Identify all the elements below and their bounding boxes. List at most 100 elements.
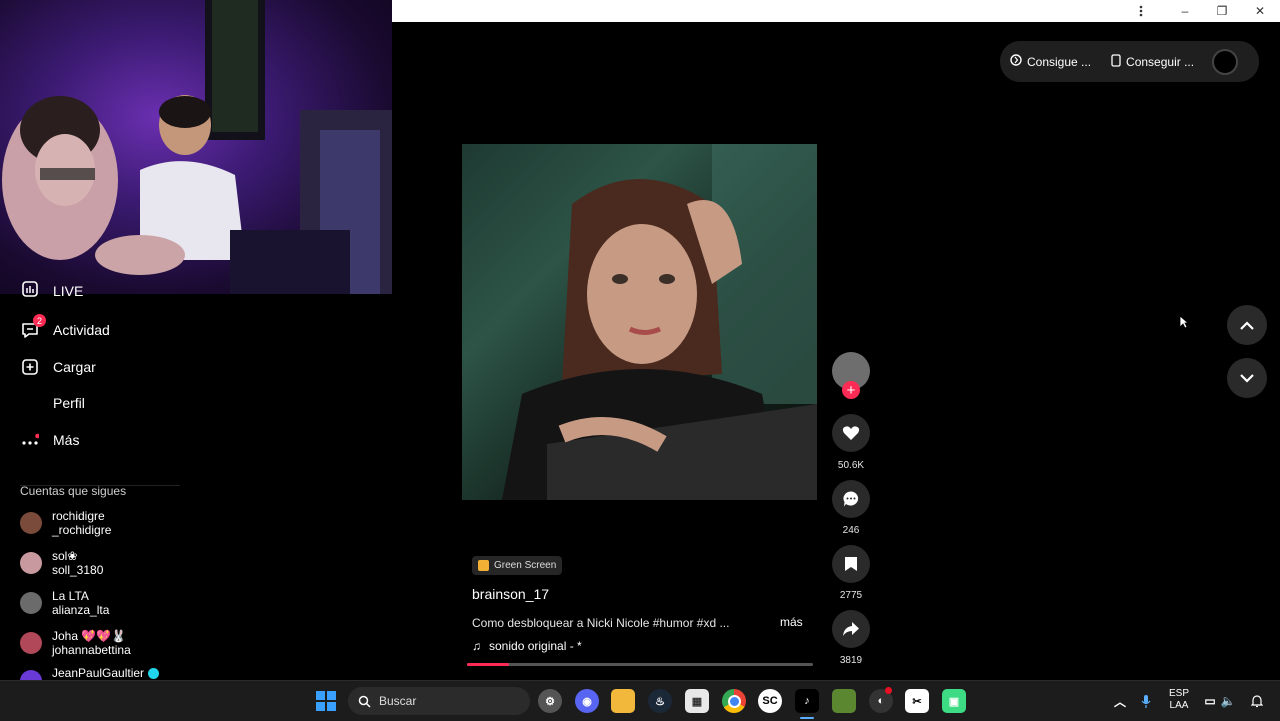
comment-icon xyxy=(843,491,859,507)
save-button[interactable] xyxy=(832,545,870,583)
heart-icon xyxy=(842,426,860,440)
chevron-down-icon xyxy=(1240,373,1254,383)
comment-button[interactable] xyxy=(832,480,870,518)
discord-app-icon[interactable]: ◉ xyxy=(575,689,599,713)
following-account[interactable]: JeanPaulGaultier xyxy=(20,666,200,680)
upload-icon xyxy=(20,357,40,377)
next-video-button[interactable] xyxy=(1227,358,1267,398)
language-code: ESP xyxy=(1168,688,1189,699)
sound-link[interactable]: ♫ sonido original - * xyxy=(472,639,582,653)
sidebar-item-activity[interactable]: 2 Actividad xyxy=(20,314,190,344)
account-name: sol❀ xyxy=(52,549,78,563)
sidebar-item-label: Actividad xyxy=(53,322,110,338)
recording-dot-icon xyxy=(885,687,892,694)
settings-app-icon[interactable]: ⚙ xyxy=(538,689,562,713)
notification-badge: 2 xyxy=(33,314,46,327)
steam-app-icon[interactable]: ♨ xyxy=(648,689,672,713)
capcut-app-icon[interactable]: ✂ xyxy=(905,689,929,713)
more-icon xyxy=(20,430,40,450)
effect-icon xyxy=(478,560,489,571)
effect-tag[interactable]: Green Screen xyxy=(472,556,563,575)
microphone-icon[interactable] xyxy=(1134,689,1158,713)
notification-bell-icon[interactable] xyxy=(1245,689,1269,713)
kebab-icon[interactable] xyxy=(1122,0,1160,22)
volume-icon[interactable]: 🔈 xyxy=(1216,689,1240,713)
get-coins-button[interactable]: Consigue ... xyxy=(1000,54,1101,69)
share-button[interactable] xyxy=(832,610,870,648)
chevron-up-tray-icon[interactable]: ︿ xyxy=(1108,689,1132,713)
video-progress-fill xyxy=(467,663,509,666)
avatar xyxy=(20,592,42,614)
account-name: rochidigre xyxy=(52,509,105,523)
music-note-icon: ♫ xyxy=(472,639,481,653)
windows-taskbar: Buscar ⚙ ◉ ♨ ▦ SC ♪ ◐ ✂ ▣ ︿ ESP LAA ▭ 🔈 xyxy=(0,680,1280,721)
file-explorer-app-icon[interactable] xyxy=(611,689,635,713)
search-icon xyxy=(358,695,371,708)
follow-plus-icon[interactable]: + xyxy=(842,381,860,399)
like-button[interactable] xyxy=(832,414,870,452)
verified-icon xyxy=(148,667,160,679)
effect-tag-label: Green Screen xyxy=(494,560,557,571)
video-author[interactable]: brainson_17 xyxy=(472,586,549,602)
minimize-button[interactable]: – xyxy=(1166,0,1204,22)
webcam-image xyxy=(2,0,392,294)
account-name: Joha 💖💖🐰 xyxy=(52,629,127,643)
android-app-icon[interactable]: ▣ xyxy=(942,689,966,713)
avatar xyxy=(20,632,42,654)
inbox-icon: 2 xyxy=(20,314,46,340)
get-app-button[interactable]: Conseguir ... xyxy=(1101,53,1204,70)
sidebar-item-label: Cargar xyxy=(53,359,96,375)
share-count: 3819 xyxy=(839,655,863,666)
chevron-up-icon xyxy=(1240,320,1254,330)
restore-button[interactable]: ❐ xyxy=(1203,0,1241,22)
header-actions: Consigue ... Conseguir ... xyxy=(1000,41,1259,82)
following-account[interactable]: rochidigre _rochidigre xyxy=(20,506,200,540)
windows-icon xyxy=(316,691,336,711)
phone-icon xyxy=(1111,53,1121,70)
soundcloud-app-icon[interactable]: SC xyxy=(758,689,782,713)
sidebar-item-label: LIVE xyxy=(53,283,84,299)
sidebar-item-live[interactable]: LIVE xyxy=(20,281,190,299)
search-placeholder: Buscar xyxy=(379,694,417,708)
taskbar-search[interactable]: Buscar xyxy=(348,687,530,715)
following-account[interactable]: sol❀ soll_3180 xyxy=(20,546,200,580)
share-icon xyxy=(843,622,859,636)
live-icon xyxy=(20,281,40,299)
chrome-app-icon[interactable] xyxy=(722,689,746,713)
sidebar-item-more[interactable]: Más xyxy=(20,426,190,454)
active-app-indicator xyxy=(800,717,814,719)
video-player[interactable] xyxy=(462,144,817,500)
account-name: JeanPaulGaultier xyxy=(52,666,145,680)
mouse-cursor-icon xyxy=(1179,315,1189,329)
caption-more-link[interactable]: más xyxy=(780,615,803,629)
close-button[interactable]: ✕ xyxy=(1241,0,1279,22)
window-titlebar: – ❐ ✕ xyxy=(392,0,1280,22)
profile-icon xyxy=(20,393,40,413)
following-account[interactable]: La LTA alianza_lta xyxy=(20,586,200,620)
account-name: La LTA xyxy=(52,589,89,603)
previous-video-button[interactable] xyxy=(1227,305,1267,345)
store-app-icon[interactable]: ▦ xyxy=(685,689,709,713)
start-button[interactable] xyxy=(314,689,338,713)
following-title: Cuentas que sigues xyxy=(20,484,127,498)
account-handle: johannabettina xyxy=(52,643,131,657)
language-indicator[interactable]: ESP LAA xyxy=(1166,688,1192,712)
profile-avatar[interactable] xyxy=(1212,48,1239,75)
account-handle: soll_3180 xyxy=(52,563,104,577)
account-handle: _rochidigre xyxy=(52,523,112,537)
get-app-label: Conseguir ... xyxy=(1126,54,1195,69)
coin-icon xyxy=(1010,54,1022,69)
tiktok-app-icon[interactable]: ♪ xyxy=(795,689,819,713)
bookmark-icon xyxy=(845,557,857,571)
sidebar-item-profile[interactable]: Perfil xyxy=(20,389,190,417)
account-handle: alianza_lta xyxy=(52,603,110,617)
video-progress-track[interactable] xyxy=(467,663,813,666)
avatar xyxy=(20,670,42,680)
following-account[interactable]: Joha 💖💖🐰 johannabettina xyxy=(20,626,200,660)
sound-label: sonido original - * xyxy=(489,639,582,653)
sidebar-item-upload[interactable]: Cargar xyxy=(20,353,190,381)
avatar xyxy=(20,552,42,574)
sidebar-item-label: Más xyxy=(53,432,80,448)
minecraft-app-icon[interactable] xyxy=(832,689,856,713)
video-frame xyxy=(502,144,817,500)
